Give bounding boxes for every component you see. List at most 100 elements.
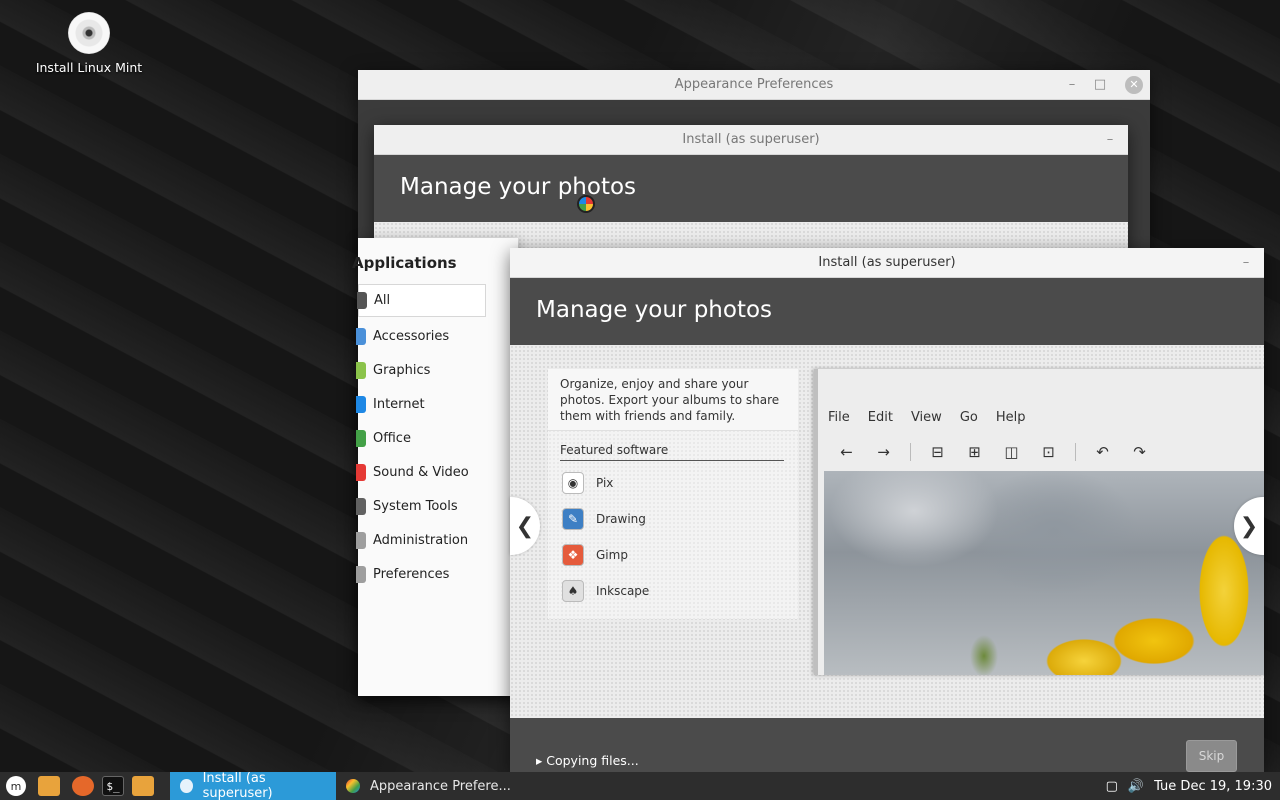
category-icon	[356, 327, 366, 345]
category-icon	[357, 292, 367, 309]
category-icon	[356, 361, 366, 379]
screenshot-menubar: File Edit View Go Help	[818, 399, 1264, 435]
maximize-button[interactable]: □	[1086, 70, 1114, 100]
disc-icon	[68, 12, 110, 54]
zoom-in-icon: ⊞	[968, 443, 981, 461]
copying-files-label: Copying files...	[546, 753, 639, 768]
featured-app-inkscape[interactable]: ♠ Inkscape	[548, 573, 798, 609]
screenshot-toolbar: ← → ⊟ ⊞ ◫ ⊡ ↶ ↷	[818, 435, 1264, 469]
zoom-out-icon: ⊟	[931, 443, 944, 461]
window-title: Appearance Preferences	[674, 77, 834, 92]
featured-app-gimp[interactable]: ❖ Gimp	[548, 537, 798, 573]
firefox-icon[interactable]	[72, 776, 94, 796]
screenshot-menu-view: View	[910, 409, 942, 425]
files-icon[interactable]	[38, 776, 60, 796]
rotate-left-icon: ↶	[1096, 443, 1109, 461]
lily-photo	[824, 471, 1264, 675]
screenshot-menu-file: File	[828, 409, 850, 425]
taskbar: m $_ Install (as superuser) Appearance Pr…	[0, 771, 1280, 800]
minimize-button[interactable]: –	[1232, 248, 1260, 278]
busy-cursor-icon	[577, 195, 595, 213]
category-label: Sound & Video	[373, 464, 469, 480]
category-label: Internet	[373, 396, 425, 412]
slide-banner: Manage your photos	[374, 155, 1128, 222]
category-sound-video[interactable]: Sound & Video	[356, 455, 518, 489]
featured-app-pix[interactable]: ◉ Pix	[548, 465, 798, 501]
task-label: Install (as superuser)	[202, 771, 273, 800]
category-icon	[356, 531, 366, 549]
category-icon	[356, 395, 366, 413]
applications-menu: Applications All Accessories Graphics Inter…	[352, 238, 518, 696]
minimize-button[interactable]: –	[1096, 125, 1124, 155]
screenshot-menu-help: Help	[995, 409, 1026, 425]
category-label: All	[374, 293, 391, 308]
featured-app-list: ◉ Pix ✎ Drawing ❖ Gimp ♠ Inkscape	[548, 465, 798, 609]
category-office[interactable]: Office	[356, 421, 518, 455]
app-screenshot: File Edit View Go Help ← → ⊟ ⊞ ◫ ⊡ ↶ ↷	[814, 369, 1264, 675]
category-graphics[interactable]: Graphics	[356, 353, 518, 387]
desktop-icon-label: Install Linux Mint	[35, 60, 143, 75]
category-list: All Accessories Graphics Internet Office Soun…	[356, 284, 518, 591]
expander-arrow-icon: ▸	[536, 753, 547, 768]
copying-files-expander[interactable]: ▸ Copying files...	[536, 753, 639, 768]
zoom-normal-icon: ◫	[1004, 443, 1019, 461]
window-title: Install (as superuser)	[818, 255, 956, 270]
category-label: Preferences	[373, 566, 450, 582]
category-label: System Tools	[373, 498, 458, 514]
gimp-icon: ❖	[562, 544, 584, 566]
rotate-right-icon: ↷	[1133, 443, 1146, 461]
task-appearance-preferences[interactable]: Appearance Prefere...	[336, 772, 521, 800]
slide-info-panel: Organize, enjoy and share your photos. E…	[548, 369, 798, 619]
category-accessories[interactable]: Accessories	[356, 319, 518, 353]
install-titlebar[interactable]: Install (as superuser) –	[510, 248, 1264, 278]
slide-banner: Manage your photos	[510, 278, 1264, 345]
back-arrow-icon: ←	[840, 443, 853, 461]
task-label: Appearance Prefere...	[370, 778, 511, 794]
installer-footer: ▸ Copying files... Skip	[510, 718, 1264, 772]
featured-app-label: Drawing	[596, 512, 646, 526]
forward-arrow-icon: →	[877, 443, 890, 461]
slide-description: Organize, enjoy and share your photos. E…	[548, 369, 798, 431]
category-icon	[356, 463, 366, 481]
featured-software-heading: Featured software	[560, 443, 784, 461]
install-window: Install (as superuser) – Manage your pho…	[510, 248, 1264, 772]
screenshot-menu-go: Go	[959, 409, 978, 425]
installer-icon	[180, 779, 193, 793]
appearance-icon	[346, 779, 360, 793]
folder-icon[interactable]	[132, 776, 154, 796]
menu-heading: Applications	[352, 254, 457, 272]
mint-menu-icon[interactable]: m	[6, 776, 26, 796]
zoom-fit-icon: ⊡	[1042, 443, 1055, 461]
terminal-icon[interactable]: $_	[102, 776, 124, 796]
featured-app-drawing[interactable]: ✎ Drawing	[548, 501, 798, 537]
install-linux-mint-desktop-icon[interactable]: Install Linux Mint	[30, 12, 148, 76]
pix-icon: ◉	[562, 472, 584, 494]
inkscape-icon: ♠	[562, 580, 584, 602]
minimize-button[interactable]: –	[1058, 70, 1086, 100]
category-system-tools[interactable]: System Tools	[356, 489, 518, 523]
screenshot-menu-edit: Edit	[867, 409, 893, 425]
clock[interactable]: Tue Dec 19, 19:30	[1154, 779, 1272, 794]
volume-icon[interactable]: 🔊	[1128, 779, 1144, 794]
task-install[interactable]: Install (as superuser)	[170, 771, 336, 800]
notifications-icon[interactable]: ▢	[1106, 779, 1118, 794]
category-all[interactable]: All	[357, 284, 486, 317]
category-label: Administration	[373, 532, 469, 548]
task-list: Install (as superuser) Appearance Prefere…	[154, 771, 521, 800]
category-label: Office	[373, 430, 411, 446]
category-icon	[356, 497, 366, 515]
install-back-titlebar[interactable]: Install (as superuser) –	[374, 125, 1128, 155]
close-button[interactable]: ✕	[1125, 76, 1143, 94]
desktop: Install Linux Mint Appearance Preference…	[0, 0, 1280, 772]
featured-app-label: Gimp	[596, 548, 628, 562]
featured-app-label: Inkscape	[596, 584, 650, 598]
skip-button[interactable]: Skip	[1186, 740, 1237, 772]
category-icon	[356, 429, 366, 447]
appearance-titlebar[interactable]: Appearance Preferences – □ ✕	[358, 70, 1150, 100]
window-title: Install (as superuser)	[682, 132, 820, 147]
previous-slide-button[interactable]: ❮	[510, 497, 540, 555]
category-label: Accessories	[373, 328, 450, 344]
category-administration[interactable]: Administration	[356, 523, 518, 557]
category-internet[interactable]: Internet	[356, 387, 518, 421]
category-preferences[interactable]: Preferences	[356, 557, 518, 591]
